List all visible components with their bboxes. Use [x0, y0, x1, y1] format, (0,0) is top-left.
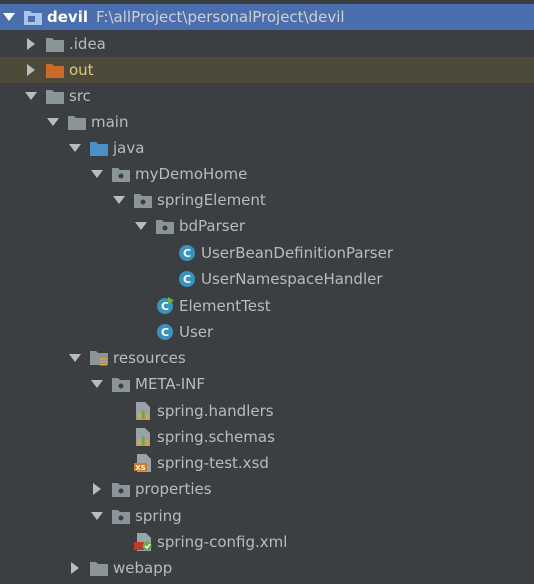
- chevron-right-icon[interactable]: [24, 37, 38, 51]
- class-icon: C: [156, 323, 174, 341]
- tree-label: User: [179, 323, 214, 341]
- tree-label: java: [113, 139, 145, 157]
- tree-row-usernamespacehandler[interactable]: C UserNamespaceHandler: [0, 266, 534, 292]
- svg-text:C: C: [161, 326, 169, 339]
- tree-row-devil[interactable]: devil F:\allProject\personalProject\devi…: [0, 4, 534, 30]
- tree-label: .idea: [69, 35, 106, 53]
- chevron-down-icon[interactable]: [90, 167, 104, 181]
- folder-icon: [46, 87, 64, 105]
- project-path: F:\allProject\personalProject\devil: [95, 8, 345, 26]
- class-icon: C: [178, 270, 196, 288]
- runnable-class-icon: C: [156, 297, 174, 315]
- tree-row-src[interactable]: src: [0, 83, 534, 109]
- tree-label: out: [69, 61, 94, 79]
- tree-label: spring: [135, 507, 182, 525]
- tree-row-elementtest[interactable]: C ElementTest: [0, 293, 534, 319]
- svg-text:C: C: [183, 273, 191, 286]
- tree-row-userbeandefinitionparser[interactable]: C UserBeanDefinitionParser: [0, 240, 534, 266]
- properties-file-icon: [134, 402, 152, 420]
- project-name: devil: [47, 8, 88, 26]
- chevron-down-icon[interactable]: [112, 193, 126, 207]
- package-icon: [112, 375, 130, 393]
- chevron-right-icon[interactable]: [24, 63, 38, 77]
- tree-row-resources[interactable]: resources: [0, 345, 534, 371]
- tree-label: spring-config.xml: [157, 533, 288, 551]
- resources-folder-icon: [90, 349, 108, 367]
- tree-label: ElementTest: [179, 297, 271, 315]
- tree-label: UserBeanDefinitionParser: [201, 244, 393, 262]
- xsd-file-icon: XS: [134, 454, 152, 472]
- tree-label: main: [91, 113, 129, 131]
- chevron-down-icon[interactable]: [24, 89, 38, 103]
- chevron-down-icon[interactable]: [2, 10, 16, 24]
- tree-label: resources: [113, 349, 186, 367]
- excluded-folder-icon: [46, 61, 64, 79]
- tree-label: myDemoHome: [135, 165, 248, 183]
- tree-label: spring.schemas: [157, 428, 275, 446]
- spring-xml-file-icon: [134, 533, 152, 551]
- tree-row-out[interactable]: out: [0, 57, 534, 83]
- svg-text:C: C: [183, 247, 191, 260]
- tree-label: springElement: [157, 191, 266, 209]
- package-icon: [134, 191, 152, 209]
- chevron-down-icon[interactable]: [90, 509, 104, 523]
- folder-icon: [90, 559, 108, 577]
- tree-row-meta-inf[interactable]: META-INF: [0, 371, 534, 397]
- tree-row-bdparser[interactable]: bdParser: [0, 213, 534, 239]
- tree-row-spring-handlers[interactable]: spring.handlers: [0, 398, 534, 424]
- folder-icon: [46, 35, 64, 53]
- tree-row-spring-test-xsd[interactable]: XS spring-test.xsd: [0, 450, 534, 476]
- tree-label: spring-test.xsd: [157, 454, 269, 472]
- chevron-down-icon[interactable]: [134, 219, 148, 233]
- package-icon: [112, 480, 130, 498]
- project-tree: devil F:\allProject\personalProject\devi…: [0, 0, 534, 584]
- tree-label: spring.handlers: [157, 402, 274, 420]
- folder-icon: [68, 113, 86, 131]
- tree-row-properties[interactable]: properties: [0, 476, 534, 502]
- tree-row-idea[interactable]: .idea: [0, 31, 534, 57]
- properties-file-icon: [134, 428, 152, 446]
- tree-label: UserNamespaceHandler: [201, 270, 383, 288]
- chevron-down-icon[interactable]: [68, 351, 82, 365]
- tree-label: properties: [135, 480, 212, 498]
- tree-row-spring[interactable]: spring: [0, 503, 534, 529]
- tree-row-user[interactable]: C User: [0, 319, 534, 345]
- chevron-right-icon[interactable]: [90, 482, 104, 496]
- tree-row-spring-config-xml[interactable]: spring-config.xml: [0, 529, 534, 555]
- package-icon: [112, 165, 130, 183]
- tree-label: webapp: [113, 559, 173, 577]
- tree-row-springelement[interactable]: springElement: [0, 187, 534, 213]
- tree-label: bdParser: [179, 217, 245, 235]
- tree-row-main[interactable]: main: [0, 109, 534, 135]
- package-icon: [112, 507, 130, 525]
- tree-label: META-INF: [135, 375, 206, 393]
- tree-row-mydemohome[interactable]: myDemoHome: [0, 161, 534, 187]
- svg-text:C: C: [161, 300, 169, 313]
- class-icon: C: [178, 244, 196, 262]
- tree-row-spring-schemas[interactable]: spring.schemas: [0, 424, 534, 450]
- chevron-down-icon[interactable]: [90, 377, 104, 391]
- chevron-down-icon[interactable]: [46, 115, 60, 129]
- module-folder-icon: [24, 8, 42, 26]
- tree-label: src: [69, 87, 91, 105]
- svg-text:XS: XS: [135, 464, 145, 472]
- chevron-right-icon[interactable]: [68, 561, 82, 575]
- package-icon: [156, 217, 174, 235]
- source-folder-icon: [90, 139, 108, 157]
- chevron-down-icon[interactable]: [68, 141, 82, 155]
- tree-row-java[interactable]: java: [0, 135, 534, 161]
- tree-row-webapp[interactable]: webapp: [0, 555, 534, 581]
